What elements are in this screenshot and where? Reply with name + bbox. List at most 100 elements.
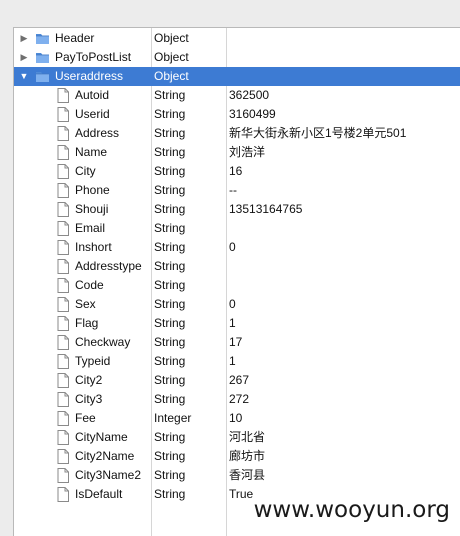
value-cell[interactable]: 0 xyxy=(229,238,459,257)
outline-row-code[interactable]: Code String xyxy=(14,276,460,295)
value-cell[interactable]: 10 xyxy=(229,409,459,428)
value-cell[interactable] xyxy=(229,29,459,48)
key-cell[interactable]: Shouji xyxy=(14,200,150,219)
key-cell[interactable]: City2 xyxy=(14,371,150,390)
type-cell[interactable]: String xyxy=(154,200,224,219)
outline-row-fee[interactable]: Fee Integer 10 xyxy=(14,409,460,428)
type-cell[interactable]: String xyxy=(154,86,224,105)
outline-row-paytopostlist[interactable]: ▶ PayToPostList Object xyxy=(14,48,460,67)
key-cell[interactable]: Code xyxy=(14,276,150,295)
key-cell[interactable]: Phone xyxy=(14,181,150,200)
type-cell[interactable]: String xyxy=(154,181,224,200)
outline-row-city2[interactable]: City2 String 267 xyxy=(14,371,460,390)
type-cell[interactable]: String xyxy=(154,162,224,181)
key-cell[interactable]: Inshort xyxy=(14,238,150,257)
outline-row-addresstype[interactable]: Addresstype String xyxy=(14,257,460,276)
type-cell[interactable]: String xyxy=(154,352,224,371)
value-cell[interactable] xyxy=(229,67,459,86)
type-cell[interactable]: String xyxy=(154,466,224,485)
value-cell[interactable]: 廊坊市 xyxy=(229,447,459,466)
value-cell[interactable]: 13513164765 xyxy=(229,200,459,219)
outline-row-shouji[interactable]: Shouji String 13513164765 xyxy=(14,200,460,219)
value-cell[interactable]: 0 xyxy=(229,295,459,314)
type-cell[interactable]: String xyxy=(154,428,224,447)
key-cell[interactable]: CityName xyxy=(14,428,150,447)
key-cell[interactable]: Autoid xyxy=(14,86,150,105)
type-cell[interactable]: String xyxy=(154,371,224,390)
type-cell[interactable]: String xyxy=(154,333,224,352)
type-cell[interactable]: String xyxy=(154,238,224,257)
value-cell[interactable]: 1 xyxy=(229,314,459,333)
type-cell[interactable]: String xyxy=(154,276,224,295)
key-cell[interactable]: Userid xyxy=(14,105,150,124)
value-cell[interactable]: 272 xyxy=(229,390,459,409)
value-cell[interactable]: 3160499 xyxy=(229,105,459,124)
outline-row-useraddress[interactable]: ▼ Useraddress Object xyxy=(14,67,460,86)
key-cell[interactable]: City3Name2 xyxy=(14,466,150,485)
outline-row-typeid[interactable]: Typeid String 1 xyxy=(14,352,460,371)
key-cell[interactable]: ▶ PayToPostList xyxy=(14,48,150,67)
outline-row-city2name[interactable]: City2Name String 廊坊市 xyxy=(14,447,460,466)
key-cell[interactable]: ▶ Header xyxy=(14,29,150,48)
key-cell[interactable]: City xyxy=(14,162,150,181)
type-cell[interactable]: String xyxy=(154,124,224,143)
value-cell[interactable]: -- xyxy=(229,181,459,200)
key-cell[interactable]: Fee xyxy=(14,409,150,428)
key-cell[interactable]: Sex xyxy=(14,295,150,314)
type-cell[interactable]: String xyxy=(154,447,224,466)
type-cell[interactable]: Integer xyxy=(154,409,224,428)
key-cell[interactable]: Checkway xyxy=(14,333,150,352)
disclosure-triangle-right-icon[interactable]: ▶ xyxy=(18,29,30,48)
outline-row-inshort[interactable]: Inshort String 0 xyxy=(14,238,460,257)
outline-row-header[interactable]: ▶ Header Object xyxy=(14,29,460,48)
key-cell[interactable]: Addresstype xyxy=(14,257,150,276)
value-cell[interactable] xyxy=(229,276,459,295)
key-cell[interactable]: Name xyxy=(14,143,150,162)
key-cell[interactable]: Flag xyxy=(14,314,150,333)
type-cell[interactable]: String xyxy=(154,219,224,238)
value-cell[interactable] xyxy=(229,257,459,276)
value-cell[interactable]: 河北省 xyxy=(229,428,459,447)
outline-row-address[interactable]: Address String 新华大街永新小区1号楼2单元501 xyxy=(14,124,460,143)
key-cell[interactable]: Email xyxy=(14,219,150,238)
type-cell[interactable]: Object xyxy=(154,67,224,86)
type-cell[interactable]: String xyxy=(154,105,224,124)
value-cell[interactable]: 267 xyxy=(229,371,459,390)
key-cell[interactable]: IsDefault xyxy=(14,485,150,504)
type-cell[interactable]: Object xyxy=(154,48,224,67)
outline-row-city3[interactable]: City3 String 272 xyxy=(14,390,460,409)
outline-row-email[interactable]: Email String xyxy=(14,219,460,238)
type-cell[interactable]: String xyxy=(154,314,224,333)
value-cell[interactable] xyxy=(229,48,459,67)
outline-row-sex[interactable]: Sex String 0 xyxy=(14,295,460,314)
type-cell[interactable]: String xyxy=(154,485,224,504)
outline-row-flag[interactable]: Flag String 1 xyxy=(14,314,460,333)
disclosure-triangle-down-icon[interactable]: ▼ xyxy=(18,67,30,86)
outline-row-phone[interactable]: Phone String -- xyxy=(14,181,460,200)
value-cell[interactable]: 新华大街永新小区1号楼2单元501 xyxy=(229,124,459,143)
value-cell[interactable]: 香河县 xyxy=(229,466,459,485)
key-cell[interactable]: Typeid xyxy=(14,352,150,371)
type-cell[interactable]: String xyxy=(154,143,224,162)
outline-row-autoid[interactable]: Autoid String 362500 xyxy=(14,86,460,105)
value-cell[interactable]: 1 xyxy=(229,352,459,371)
value-cell[interactable]: 362500 xyxy=(229,86,459,105)
outline-row-userid[interactable]: Userid String 3160499 xyxy=(14,105,460,124)
outline-row-checkway[interactable]: Checkway String 17 xyxy=(14,333,460,352)
value-cell[interactable] xyxy=(229,219,459,238)
type-cell[interactable]: String xyxy=(154,257,224,276)
type-cell[interactable]: String xyxy=(154,390,224,409)
value-cell[interactable]: 刘浩洋 xyxy=(229,143,459,162)
key-cell[interactable]: ▼ Useraddress xyxy=(14,67,150,86)
disclosure-triangle-right-icon[interactable]: ▶ xyxy=(18,48,30,67)
key-cell[interactable]: City3 xyxy=(14,390,150,409)
key-cell[interactable]: Address xyxy=(14,124,150,143)
type-cell[interactable]: Object xyxy=(154,29,224,48)
value-cell[interactable]: 16 xyxy=(229,162,459,181)
type-cell[interactable]: String xyxy=(154,295,224,314)
outline-row-name[interactable]: Name String 刘浩洋 xyxy=(14,143,460,162)
key-cell[interactable]: City2Name xyxy=(14,447,150,466)
outline-row-city[interactable]: City String 16 xyxy=(14,162,460,181)
outline-row-cityname[interactable]: CityName String 河北省 xyxy=(14,428,460,447)
value-cell[interactable]: 17 xyxy=(229,333,459,352)
